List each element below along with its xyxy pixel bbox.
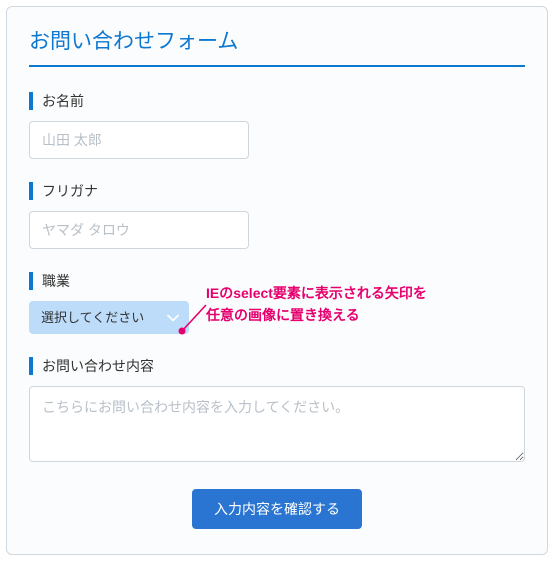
inquiry-textarea[interactable] [29,386,525,462]
name-input[interactable] [29,121,249,159]
contact-form-card: お問い合わせフォーム お名前 フリガナ 職業 選択してください [6,6,548,555]
field-furigana: フリガナ [29,181,525,249]
field-label-furigana: フリガナ [29,181,525,201]
label-text: 職業 [42,271,70,291]
field-occupation: 職業 選択してください [29,271,525,334]
label-accent-bar [29,357,33,375]
field-inquiry: お問い合わせ内容 [29,356,525,467]
form-title: お問い合わせフォーム [29,25,525,67]
confirm-button[interactable]: 入力内容を確認する [192,489,362,529]
furigana-input[interactable] [29,211,249,249]
field-name: お名前 [29,91,525,159]
label-accent-bar [29,182,33,200]
occupation-select[interactable]: 選択してください [29,301,189,334]
field-label-occupation: 職業 [29,271,525,291]
field-label-inquiry: お問い合わせ内容 [29,356,525,376]
submit-row: 入力内容を確認する [29,489,525,529]
label-accent-bar [29,272,33,290]
label-text: フリガナ [42,181,98,201]
occupation-select-wrap: 選択してください [29,301,189,334]
label-text: お問い合わせ内容 [42,356,154,376]
label-accent-bar [29,92,33,110]
label-text: お名前 [42,91,84,111]
field-label-name: お名前 [29,91,525,111]
